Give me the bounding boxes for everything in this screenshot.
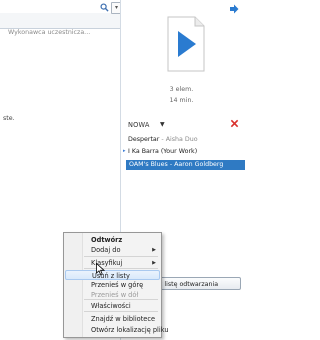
search-bar: Wykonawca uczestnicza... [0, 13, 122, 36]
menu-item-open-file-location[interactable]: Otwórz lokalizację pliku [65, 325, 169, 335]
playlist-duration: 14 min. [169, 97, 194, 104]
track-title: OAM's Blues [129, 161, 168, 168]
pane-arrow-icon[interactable] [229, 4, 239, 14]
menu-item-label: Dodaj do [91, 246, 121, 254]
play-icon [167, 16, 205, 72]
menu-bottom-edge [63, 337, 162, 338]
menu-item-play[interactable]: Odtwórz [65, 235, 160, 245]
track-artist: Aisha Duo [165, 136, 198, 143]
menu-item-remove-from-list[interactable]: Usuń z listy [65, 270, 160, 280]
menu-separator [84, 311, 158, 312]
search-input[interactable]: Wykonawca uczestnicza... [8, 29, 108, 36]
context-menu: Odtwórz Dodaj do ▶ Klasyfikuj ▶ Usuń z l… [63, 232, 169, 338]
playlist-track-selected[interactable]: OAM's Blues - Aaron Goldberg [126, 160, 245, 170]
now-playing-marker: ▸ [123, 148, 126, 154]
playlist-title[interactable]: NOWA [128, 121, 150, 129]
menu-item-find-in-library[interactable]: Znajdź w bibliotece [65, 314, 160, 324]
playlist-track[interactable]: I Ka Barra (Your Work) [128, 147, 242, 157]
mouse-cursor-icon [96, 263, 105, 276]
search-icon[interactable] [100, 3, 109, 12]
track-artist: Aaron Goldberg [174, 161, 224, 168]
playlist-item-count: 3 elem. [169, 86, 194, 93]
menu-separator [84, 299, 158, 300]
playlist-track[interactable]: Despertar - Aisha Duo [128, 135, 242, 145]
menu-item-properties[interactable]: Właściwości [65, 301, 160, 311]
menu-item-move-up[interactable]: Przenieś w górę [65, 280, 160, 290]
track-title: Despertar [128, 136, 160, 143]
menu-item-add-to[interactable]: Dodaj do ▶ [65, 245, 160, 255]
menu-item-rate[interactable]: Klasyfikuj ▶ [65, 258, 160, 268]
clear-list-icon[interactable] [230, 119, 239, 128]
playlist-options-arrow[interactable]: ▼ [160, 121, 165, 128]
menu-separator [84, 256, 158, 257]
library-partial-text: ste. [3, 115, 15, 122]
track-title: I Ka Barra (Your Work) [128, 148, 198, 155]
submenu-arrow-icon: ▶ [152, 260, 156, 266]
submenu-arrow-icon: ▶ [152, 247, 156, 253]
